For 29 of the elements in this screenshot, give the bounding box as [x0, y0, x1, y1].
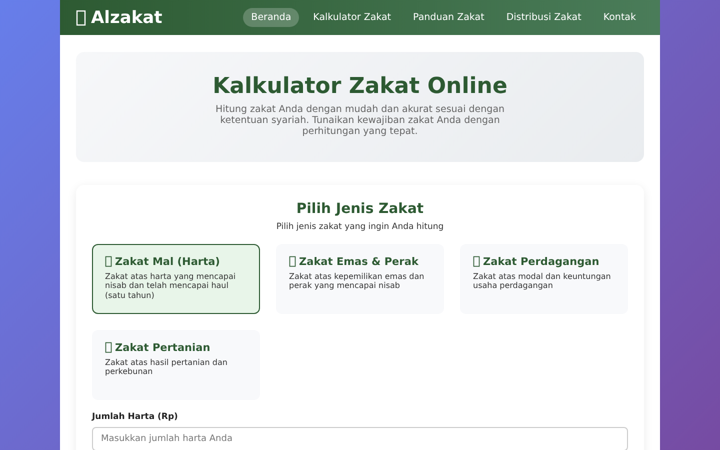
option-description: Zakat atas kepemilikan emas dan perak yang mencapai nisab: [289, 272, 426, 291]
zakat-type-option[interactable]: Zakat Mal (Harta) Zakat atas harta yang mencapai nisab dan telah mencapai haul (satu tahun): [92, 244, 260, 314]
field-label: Jumlah Harta (Rp): [92, 412, 178, 422]
zakat-type-option[interactable]: Zakat Perdagangan Zakat atas modal dan keuntungan usaha perdagangan: [460, 244, 628, 314]
option-description: Zakat atas modal dan keuntungan usaha perdagangan: [473, 272, 612, 291]
nav-link[interactable]: Kalkulator Zakat: [305, 8, 400, 27]
section-subtitle: Pilih jenis zakat yang ingin Anda hitung: [275, 222, 445, 232]
amount-input-field[interactable]: Masukkan jumlah harta Anda: [92, 426, 628, 450]
zakat-type-option[interactable]: Zakat Emas & Perak Zakat atas kepemilikan emas dan perak yang mencapai nisab: [276, 244, 444, 314]
nav-link[interactable]: Panduan Zakat: [405, 8, 492, 27]
option-description: Zakat atas harta yang mencapai nisab dan telah mencapai haul (satu tahun): [105, 272, 237, 301]
zakat-type-option[interactable]: Zakat Pertanian Zakat atas hasil pertanian dan perkebunan: [92, 330, 260, 400]
option-title: Zakat Emas & Perak: [299, 256, 418, 268]
nav-link[interactable]: Beranda: [243, 8, 300, 27]
missing-glyph-icon: [76, 10, 86, 26]
missing-glyph-icon: [289, 256, 296, 268]
missing-glyph-icon: [105, 256, 112, 268]
option-title: Zakat Mal (Harta): [115, 256, 220, 268]
hero-title: Kalkulator Zakat Online: [212, 74, 508, 99]
section-title: Pilih Jenis Zakat: [295, 200, 425, 217]
nav-link[interactable]: Distribusi Zakat: [498, 8, 590, 27]
missing-glyph-icon: [473, 256, 480, 268]
nav-link[interactable]: Kontak: [595, 8, 644, 27]
option-description: Zakat atas hasil pertanian dan perkebunan: [105, 358, 228, 377]
option-title: Zakat Perdagangan: [483, 256, 600, 268]
missing-glyph-icon: [105, 342, 112, 354]
hero-subtitle: Hitung zakat Anda dengan mudah dan akurat sesuai dengan ketentuan syariah. Tunaikan kewajiban zakat Anda dengan perhitungan yang tepat.: [214, 105, 506, 138]
logo-text[interactable]: Alzakat: [91, 8, 162, 28]
option-title: Zakat Pertanian: [115, 342, 210, 354]
